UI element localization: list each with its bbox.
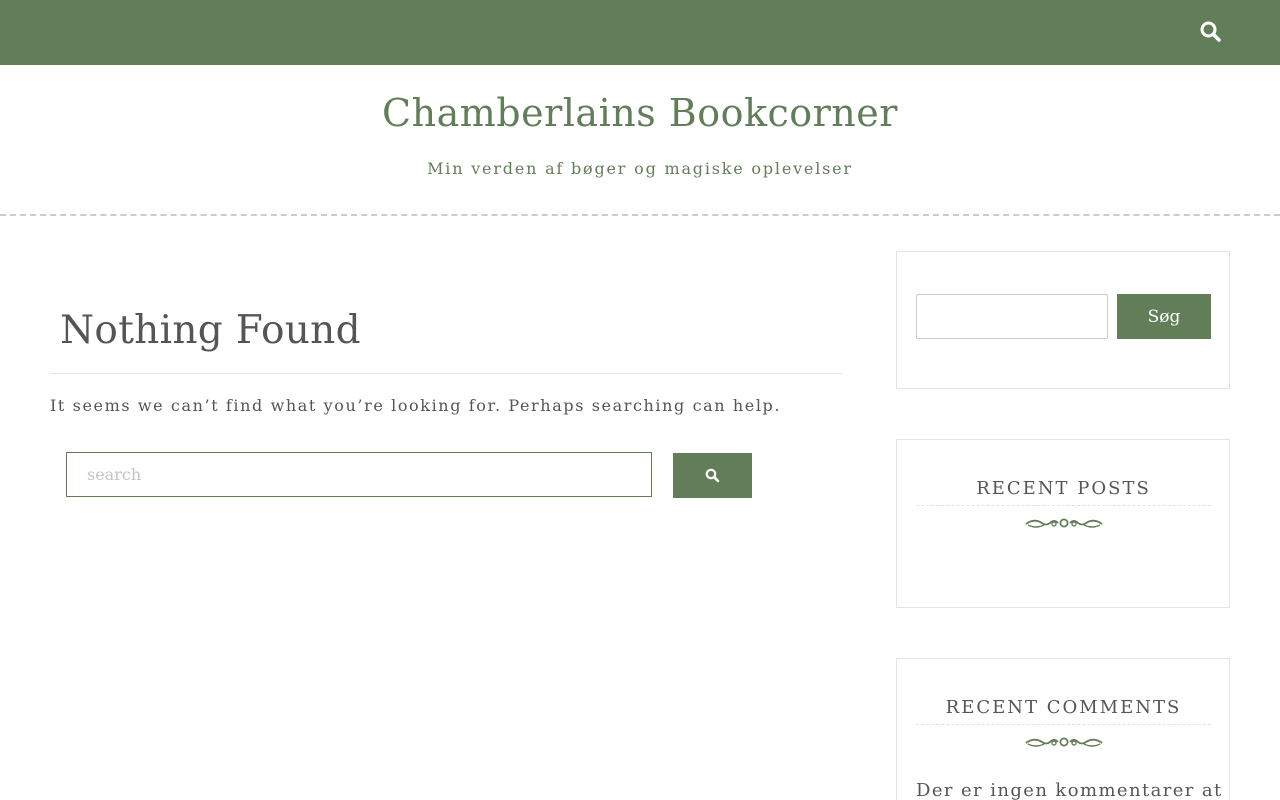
search-input[interactable] xyxy=(66,452,652,497)
flourish-ornament-icon xyxy=(1024,734,1104,750)
site-tagline: Min verden af bøger og magiske oplevelse… xyxy=(427,159,853,178)
search-button[interactable] xyxy=(673,453,752,498)
sidebar-search-widget: Søg xyxy=(896,251,1230,389)
site-header: Chamberlains Bookcorner Min verden af bø… xyxy=(0,65,1280,216)
recent-posts-title: RECENT POSTS xyxy=(916,478,1211,506)
not-found-message: It seems we can’t find what you’re looki… xyxy=(50,396,782,415)
site-title[interactable]: Chamberlains Bookcorner xyxy=(0,91,1280,135)
search-icon xyxy=(705,468,720,483)
search-icon[interactable] xyxy=(1199,20,1223,44)
no-comments-text: Der er ingen kommentarer at xyxy=(916,780,1223,800)
top-bar xyxy=(0,0,1280,65)
recent-comments-title: RECENT COMMENTS xyxy=(916,697,1211,725)
sidebar-search-button[interactable]: Søg xyxy=(1117,294,1211,339)
page-title: Nothing Found xyxy=(60,308,361,353)
flourish-ornament-icon xyxy=(1024,515,1104,531)
title-divider xyxy=(50,373,842,374)
main-content: Nothing Found It seems we can’t find wha… xyxy=(50,216,842,800)
recent-comments-widget: RECENT COMMENTS Der er ingen kommentarer… xyxy=(896,658,1230,800)
sidebar-search-input[interactable] xyxy=(916,294,1108,339)
recent-posts-widget: RECENT POSTS xyxy=(896,439,1230,608)
